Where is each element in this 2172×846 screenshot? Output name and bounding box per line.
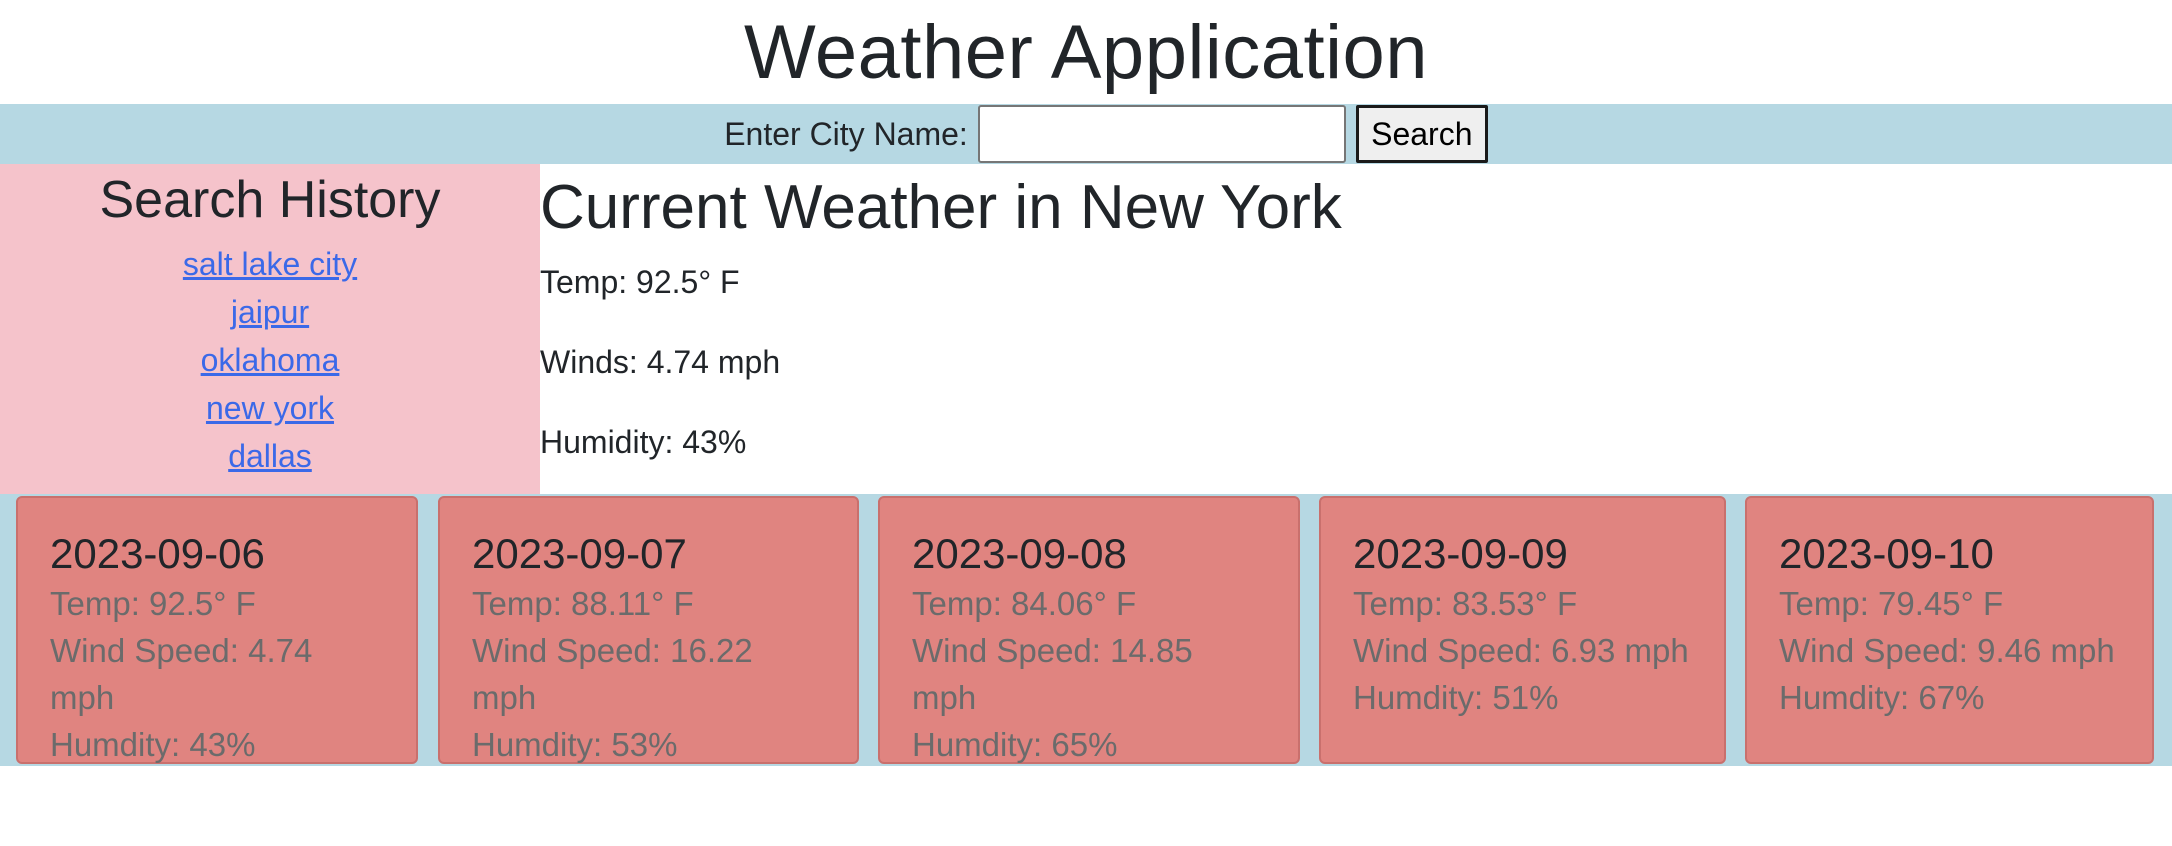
list-item: jaipur <box>0 288 540 336</box>
forecast-humidity: Humdity: 53% <box>472 726 678 763</box>
list-item: new york <box>0 384 540 432</box>
forecast-strip: 2023-09-06 Temp: 92.5° F Wind Speed: 4.7… <box>0 494 2172 766</box>
history-link-dallas[interactable]: dallas <box>228 438 312 474</box>
forecast-temp: Temp: 79.45° F <box>1779 585 2004 622</box>
history-link-jaipur[interactable]: jaipur <box>231 294 309 330</box>
forecast-card: 2023-09-07 Temp: 88.11° F Wind Speed: 16… <box>438 496 859 764</box>
list-item: dallas <box>0 432 540 480</box>
forecast-humidity: Humdity: 65% <box>912 726 1118 763</box>
history-link-oklahoma[interactable]: oklahoma <box>201 342 340 378</box>
current-temp: Temp: 92.5° F <box>540 264 740 300</box>
forecast-date: 2023-09-08 <box>912 530 1127 577</box>
forecast-date: 2023-09-10 <box>1779 530 1994 577</box>
current-humidity: Humidity: 43% <box>540 424 747 460</box>
forecast-wind: Wind Speed: 16.22 mph <box>472 632 753 716</box>
current-winds: Winds: 4.74 mph <box>540 344 781 380</box>
forecast-card: 2023-09-08 Temp: 84.06° F Wind Speed: 14… <box>878 496 1300 764</box>
forecast-card: 2023-09-06 Temp: 92.5° F Wind Speed: 4.7… <box>16 496 418 764</box>
city-name-input[interactable] <box>977 105 1346 163</box>
search-history-title: Search History <box>99 171 441 229</box>
list-item: oklahoma <box>0 336 540 384</box>
history-link-salt-lake-city[interactable]: salt lake city <box>183 246 357 282</box>
search-history-panel: Search History salt lake city jaipur okl… <box>0 164 540 494</box>
forecast-date: 2023-09-09 <box>1353 530 1568 577</box>
current-weather-heading: Current Weather in New York <box>540 173 1342 242</box>
forecast-temp: Temp: 92.5° F <box>50 585 256 622</box>
forecast-wind: Wind Speed: 14.85 mph <box>912 632 1193 716</box>
forecast-humidity: Humdity: 51% <box>1353 679 1559 716</box>
forecast-temp: Temp: 88.11° F <box>472 585 694 622</box>
search-history-list: salt lake city jaipur oklahoma new york … <box>0 240 540 480</box>
forecast-humidity: Humdity: 43% <box>50 726 256 763</box>
list-item: salt lake city <box>0 240 540 288</box>
current-weather-panel: Current Weather in New York Temp: 92.5° … <box>540 164 1342 494</box>
city-name-label: Enter City Name: <box>724 115 968 152</box>
forecast-card: 2023-09-09 Temp: 83.53° F Wind Speed: 6.… <box>1319 496 1726 764</box>
search-bar: Enter City Name: Search <box>0 104 2172 164</box>
forecast-wind: Wind Speed: 6.93 mph <box>1353 632 1689 669</box>
forecast-temp: Temp: 83.53° F <box>1353 585 1578 622</box>
history-link-new-york[interactable]: new york <box>206 390 334 426</box>
forecast-date: 2023-09-06 <box>50 530 265 577</box>
forecast-wind: Wind Speed: 4.74 mph <box>50 632 313 716</box>
forecast-humidity: Humdity: 67% <box>1779 679 1985 716</box>
forecast-wind: Wind Speed: 9.46 mph <box>1779 632 2115 669</box>
forecast-date: 2023-09-07 <box>472 530 687 577</box>
forecast-temp: Temp: 84.06° F <box>912 585 1137 622</box>
main-content: Search History salt lake city jaipur okl… <box>0 164 2172 494</box>
forecast-card: 2023-09-10 Temp: 79.45° F Wind Speed: 9.… <box>1745 496 2154 764</box>
search-button[interactable]: Search <box>1355 105 1488 163</box>
page-title: Weather Application <box>743 9 1429 95</box>
